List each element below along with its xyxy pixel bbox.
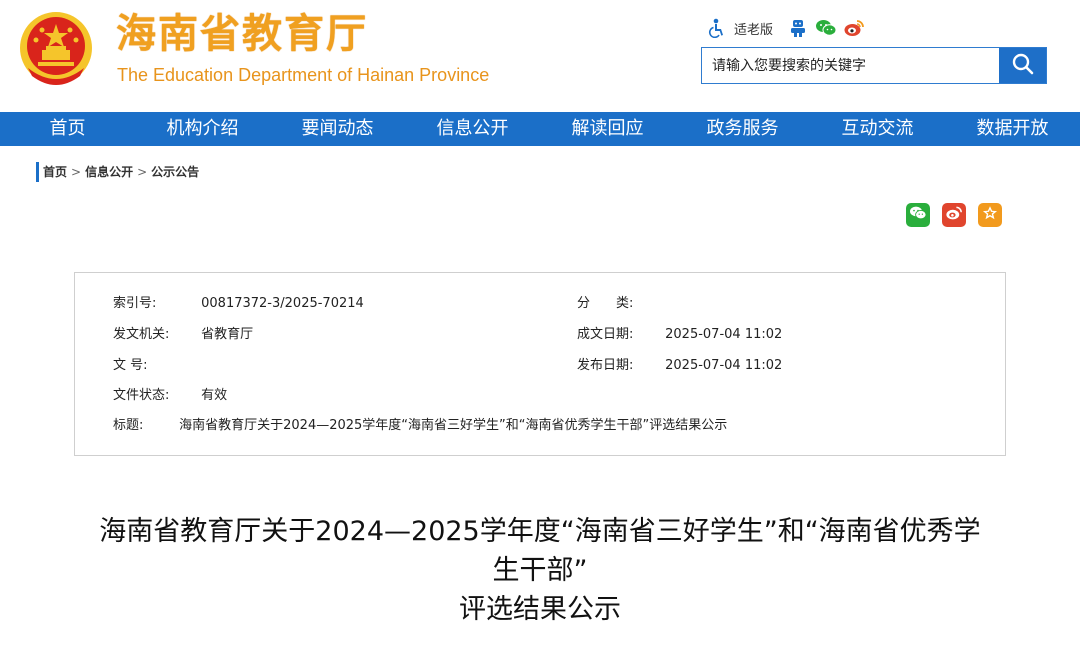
meta-issuer: 发文机关: 省教育厅: [113, 326, 253, 344]
breadcrumb-home[interactable]: 首页: [43, 162, 67, 182]
meta-index-label: 索引号:: [113, 296, 157, 311]
meta-title-label: 标题:: [113, 418, 144, 433]
meta-pub-date-value: 2025-07-04 11:02: [665, 358, 783, 373]
meta-issuer-value: 省教育厅: [201, 327, 254, 342]
share-wechat-button[interactable]: [906, 203, 930, 227]
meta-status-label: 文件状态:: [113, 388, 170, 403]
site-title: 海南省教育厅: [116, 11, 368, 57]
weibo-icon[interactable]: [843, 17, 865, 39]
share-buttons: [906, 203, 1002, 227]
weibo-icon: [945, 205, 963, 225]
main-nav: 首页 机构介绍 要闻动态 信息公开 解读回应 政务服务 互动交流 数据开放: [0, 112, 1080, 146]
meta-title: 标题: 海南省教育厅关于2024—2025学年度“海南省三好学生”和“海南省优秀…: [113, 417, 727, 435]
wechat-icon: [909, 205, 927, 225]
breadcrumb-separator: >: [137, 165, 148, 179]
meta-doc-date: 成文日期: 2025-07-04 11:02: [577, 326, 782, 344]
meta-pub-date-label: 发布日期:: [577, 358, 634, 373]
meta-index-value: 00817372-3/2025-70214: [201, 296, 364, 311]
article-title-line: 生干部”: [492, 555, 588, 586]
nav-item-services[interactable]: 政务服务: [675, 112, 810, 146]
meta-doc-number: 文 号:: [113, 357, 201, 375]
favorite-button[interactable]: [978, 203, 1002, 227]
elder-mode-link[interactable]: 适老版: [734, 19, 773, 38]
nav-item-interpretation[interactable]: 解读回应: [540, 112, 675, 146]
search-icon: [1011, 52, 1035, 80]
meta-status-value: 有效: [201, 388, 228, 403]
search-input[interactable]: [702, 48, 999, 83]
accessibility-icon[interactable]: [706, 17, 728, 39]
article-title-line: 评选结果公示: [459, 594, 621, 625]
share-weibo-button[interactable]: [942, 203, 966, 227]
article-title: 海南省教育厅关于2024—2025学年度“海南省三好学生”和“海南省优秀学 生干…: [40, 512, 1040, 629]
meta-doc-date-value: 2025-07-04 11:02: [665, 327, 783, 342]
meta-category: 分 类:: [577, 295, 638, 313]
meta-pub-date: 发布日期: 2025-07-04 11:02: [577, 357, 782, 375]
breadcrumb-notices[interactable]: 公示公告: [151, 162, 199, 182]
breadcrumb-info-disclosure[interactable]: 信息公开: [85, 162, 133, 182]
site-subtitle: The Education Department of Hainan Provi…: [117, 65, 490, 85]
national-emblem-icon[interactable]: [18, 10, 94, 90]
nav-item-info-disclosure[interactable]: 信息公开: [405, 112, 540, 146]
star-icon: [982, 205, 998, 225]
article-title-line: 海南省教育厅关于2024—2025学年度“海南省三好学生”和“海南省优秀学: [99, 516, 981, 547]
breadcrumb: 首页 > 信息公开 > 公示公告: [36, 162, 199, 182]
nav-item-home[interactable]: 首页: [0, 112, 135, 146]
wechat-icon[interactable]: [815, 17, 837, 39]
meta-doc-number-label: 文 号:: [113, 358, 148, 373]
nav-item-news[interactable]: 要闻动态: [270, 112, 405, 146]
robot-icon[interactable]: [787, 17, 809, 39]
nav-item-open-data[interactable]: 数据开放: [945, 112, 1080, 146]
search-button[interactable]: [999, 48, 1046, 83]
meta-index: 索引号: 00817372-3/2025-70214: [113, 295, 364, 313]
site-header: 海南省教育厅 The Education Department of Haina…: [0, 0, 1080, 112]
document-metadata: 索引号: 00817372-3/2025-70214 分 类: 发文机关: 省教…: [74, 272, 1006, 456]
meta-doc-date-label: 成文日期:: [577, 327, 634, 342]
meta-status: 文件状态: 有效: [113, 387, 227, 405]
header-toolbar: 适老版: [706, 16, 865, 40]
nav-item-organization[interactable]: 机构介绍: [135, 112, 270, 146]
meta-issuer-label: 发文机关:: [113, 327, 170, 342]
meta-category-label: 分 类:: [577, 296, 634, 311]
meta-title-value: 海南省教育厅关于2024—2025学年度“海南省三好学生”和“海南省优秀学生干部…: [179, 418, 728, 433]
nav-item-interaction[interactable]: 互动交流: [810, 112, 945, 146]
breadcrumb-separator: >: [71, 165, 82, 179]
search-bar: [701, 47, 1047, 84]
